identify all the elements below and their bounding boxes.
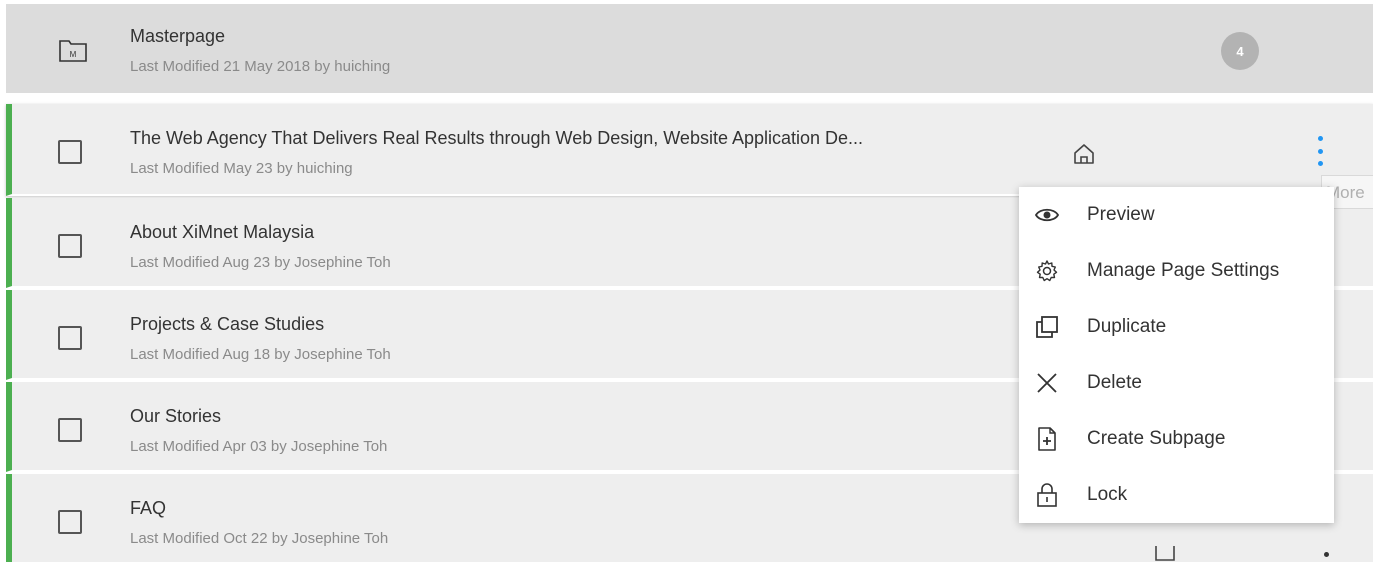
page-meta: Last Modified May 23 by huiching bbox=[130, 160, 353, 177]
menu-item-label: Manage Page Settings bbox=[1087, 260, 1280, 281]
masterpage-title[interactable]: Masterpage bbox=[130, 26, 225, 47]
page-status-icon[interactable] bbox=[1154, 546, 1176, 564]
duplicate-icon bbox=[1036, 316, 1058, 338]
eye-icon bbox=[1035, 208, 1059, 222]
menu-item-preview[interactable]: Preview bbox=[1019, 187, 1334, 243]
menu-item-manage-page-settings[interactable]: Manage Page Settings bbox=[1019, 243, 1334, 299]
master-folder-icon: M bbox=[59, 40, 87, 62]
page-title[interactable]: FAQ bbox=[130, 498, 166, 519]
more-options-icon[interactable] bbox=[1324, 552, 1329, 557]
page-title[interactable]: Our Stories bbox=[130, 406, 221, 427]
home-icon bbox=[1074, 144, 1094, 164]
page-title[interactable]: Projects & Case Studies bbox=[130, 314, 324, 335]
more-options-icon[interactable] bbox=[1314, 136, 1326, 166]
page-meta: Last Modified Apr 03 by Josephine Toh bbox=[130, 438, 388, 455]
page-checkbox[interactable] bbox=[58, 140, 82, 164]
gear-icon bbox=[1036, 260, 1058, 282]
page-meta: Last Modified Aug 23 by Josephine Toh bbox=[130, 254, 391, 271]
page-context-menu: Preview Manage Page Settings Duplicate D… bbox=[1019, 187, 1334, 523]
menu-item-label: Delete bbox=[1087, 372, 1142, 393]
menu-item-label: Preview bbox=[1087, 204, 1155, 225]
add-file-icon bbox=[1038, 427, 1056, 451]
page-meta: Last Modified Aug 18 by Josephine Toh bbox=[130, 346, 391, 363]
close-icon bbox=[1037, 373, 1057, 393]
page-checkbox[interactable] bbox=[58, 510, 82, 534]
menu-item-delete[interactable]: Delete bbox=[1019, 355, 1334, 411]
masterpage-meta: Last Modified 21 May 2018 by huiching bbox=[130, 58, 391, 75]
svg-text:M: M bbox=[70, 50, 77, 59]
page-checkbox[interactable] bbox=[58, 234, 82, 258]
masterpage-row[interactable]: M Masterpage Last Modified 21 May 2018 b… bbox=[6, 4, 1373, 93]
page-title[interactable]: About XiMnet Malaysia bbox=[130, 222, 314, 243]
subpage-count-badge: 4 bbox=[1221, 32, 1259, 70]
page-meta: Last Modified Oct 22 by Josephine Toh bbox=[130, 530, 389, 547]
menu-item-label: Duplicate bbox=[1087, 316, 1167, 337]
lock-icon bbox=[1037, 483, 1057, 507]
menu-item-lock[interactable]: Lock bbox=[1019, 467, 1334, 523]
page-checkbox[interactable] bbox=[58, 418, 82, 442]
menu-item-label: Create Subpage bbox=[1087, 428, 1226, 449]
page-checkbox[interactable] bbox=[58, 326, 82, 350]
menu-item-label: Lock bbox=[1087, 484, 1128, 505]
page-row[interactable]: The Web Agency That Delivers Real Result… bbox=[6, 104, 1373, 196]
page-title[interactable]: The Web Agency That Delivers Real Result… bbox=[130, 128, 863, 149]
menu-item-create-subpage[interactable]: Create Subpage bbox=[1019, 411, 1334, 467]
menu-item-duplicate[interactable]: Duplicate bbox=[1019, 299, 1334, 355]
